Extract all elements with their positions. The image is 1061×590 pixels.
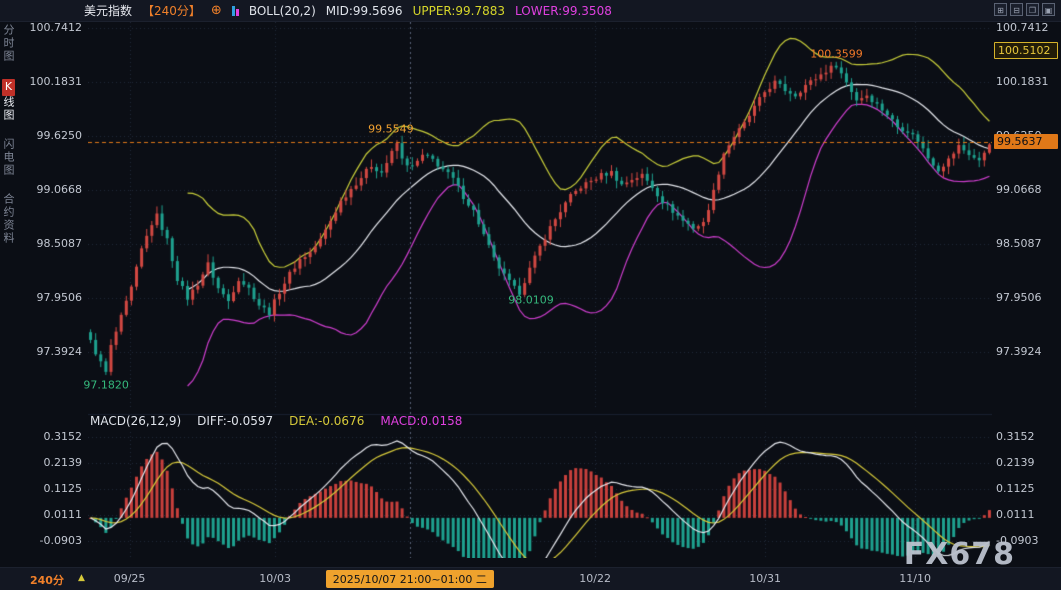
upper-band-badge: 100.5102: [994, 42, 1058, 59]
price-axis-label-right-6: 97.3924: [996, 346, 1056, 358]
time-tick-2: 10/22: [579, 572, 611, 585]
price-axis-label-right-5: 97.9506: [996, 292, 1056, 304]
add-indicator-icon[interactable]: ⊕: [211, 3, 222, 18]
layout-quad-icon[interactable]: ▣: [1042, 3, 1055, 16]
price-chart-canvas[interactable]: [88, 22, 992, 558]
time-tick-3: 10/31: [749, 572, 781, 585]
time-axis-bar: 240分 ▲ 2025/10/07 21:00~01:00 二 09/25 10/…: [0, 567, 1061, 590]
macd-axis-label-left-3: 0.0111: [28, 509, 82, 521]
price-axis-label-right-4: 98.5087: [996, 238, 1056, 250]
price-axis-label-left-1: 100.1831: [28, 76, 82, 88]
macd-axis-label-right-0: 0.3152: [996, 431, 1056, 443]
macd-hist-value: MACD:0.0158: [380, 414, 462, 428]
time-tick-0: 09/25: [114, 572, 146, 585]
macd-dea-value: DEA:-0.0676: [289, 414, 364, 428]
layout-grid-icon[interactable]: ❐: [1026, 3, 1039, 16]
boll-mid-value: MID:99.5696: [326, 4, 403, 18]
boll-label: BOLL(20,2): [249, 4, 316, 18]
last-price-badge: 99.5637: [994, 134, 1058, 149]
macd-axis-label-right-1: 0.2139: [996, 457, 1056, 469]
time-tick-1: 10/03: [259, 572, 291, 585]
expand-icon[interactable]: ▲: [78, 573, 85, 583]
macd-axis-label-right-3: 0.0111: [996, 509, 1056, 521]
period-selector[interactable]: 【240分】: [142, 2, 201, 19]
macd-axis-label-left-2: 0.1125: [28, 483, 82, 495]
price-axis-label-left-0: 100.7412: [28, 22, 82, 34]
sidebar-item-1[interactable]: K线图: [0, 79, 16, 122]
sidebar: 分时图 K线图闪电图合约资料: [0, 22, 16, 568]
price-axis-label-left-6: 97.3924: [28, 346, 82, 358]
layout-dual-icon[interactable]: ⊟: [1010, 3, 1023, 16]
sidebar-item-3[interactable]: 合约资料: [0, 193, 16, 245]
price-axis-label-right-1: 100.1831: [996, 76, 1056, 88]
price-axis-label-right-0: 100.7412: [996, 22, 1056, 34]
macd-axis-label-left-1: 0.2139: [28, 457, 82, 469]
macd-axis-label-right-2: 0.1125: [996, 483, 1056, 495]
footer-period-label[interactable]: 240分: [30, 572, 64, 588]
active-tab-badge: K: [2, 79, 15, 96]
boll-upper-value: UPPER:99.7883: [413, 4, 505, 18]
sidebar-item-2[interactable]: 闪电图: [0, 138, 16, 177]
boll-lower-value: LOWER:99.3508: [515, 4, 612, 18]
price-axis-label-left-3: 99.0668: [28, 184, 82, 196]
macd-info-row: MACD(26,12,9) DIFF:-0.0597 DEA:-0.0676 M…: [90, 414, 462, 428]
sidebar-item-0[interactable]: 分时图: [0, 24, 16, 63]
boll-indicator-icon: [232, 6, 239, 16]
price-axis-label-left-5: 97.9506: [28, 292, 82, 304]
crosshair-date-chip: 2025/10/07 21:00~01:00 二: [326, 570, 494, 588]
top-bar: 美元指数 【240分】 ⊕ BOLL(20,2) MID:99.5696 UPP…: [0, 0, 1061, 22]
macd-axis-label-left-4: -0.0903: [28, 535, 82, 547]
window-icons: ⊞⊟❐▣: [994, 3, 1055, 16]
price-axis-label-left-4: 98.5087: [28, 238, 82, 250]
macd-title: MACD(26,12,9): [90, 414, 181, 428]
price-axis-label-right-3: 99.0668: [996, 184, 1056, 196]
macd-diff-value: DIFF:-0.0597: [197, 414, 273, 428]
symbol-name: 美元指数: [84, 2, 132, 19]
layout-single-icon[interactable]: ⊞: [994, 3, 1007, 16]
price-axis-label-left-2: 99.6250: [28, 130, 82, 142]
macd-axis-label-left-0: 0.3152: [28, 431, 82, 443]
time-tick-4: 11/10: [899, 572, 931, 585]
